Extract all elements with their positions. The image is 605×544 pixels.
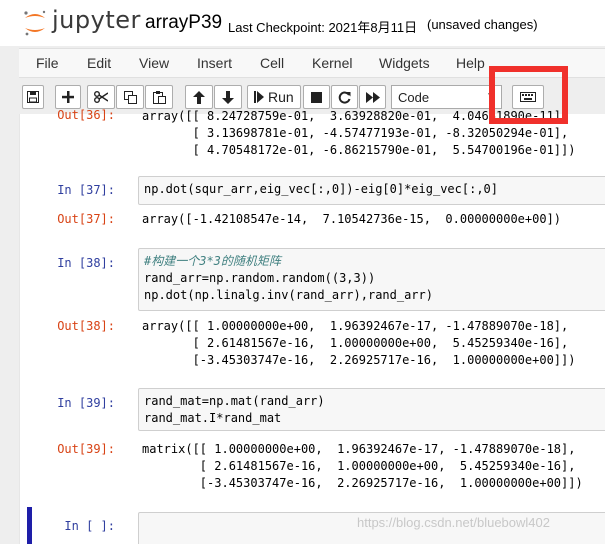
output-line: array([-1.42108547e-14, 7.10542736e-15, … bbox=[142, 212, 562, 226]
input-prompt: In [37]: bbox=[57, 183, 115, 197]
menu-widgets[interactable]: Widgets bbox=[379, 55, 430, 71]
paste-icon bbox=[152, 90, 166, 104]
move-down-button[interactable] bbox=[214, 85, 242, 109]
output-line: [ 4.70548172e-01, -6.86215790e-01, 5.547… bbox=[142, 143, 576, 157]
autosave-status: (unsaved changes) bbox=[427, 17, 538, 32]
restart-icon bbox=[338, 91, 351, 103]
cell-type-value: Code bbox=[398, 90, 430, 105]
notebook-name[interactable]: arrayP39 bbox=[145, 12, 222, 34]
restart-run-all-button[interactable] bbox=[359, 85, 386, 109]
highlight-box bbox=[489, 66, 568, 124]
notebook-header: jupyter arrayP39 Last Checkpoint: 2021年8… bbox=[0, 0, 605, 46]
output-prompt: Out[37]: bbox=[57, 212, 115, 226]
menu-insert[interactable]: Insert bbox=[197, 55, 232, 71]
menu-cell[interactable]: Cell bbox=[260, 55, 284, 71]
paste-button[interactable] bbox=[145, 85, 173, 109]
menu-kernel[interactable]: Kernel bbox=[312, 55, 352, 71]
output-line: [-3.45303747e-16, 2.26925717e-16, 1.0000… bbox=[142, 476, 583, 490]
stop-icon bbox=[311, 91, 322, 103]
code-line: rand_mat=np.mat(rand_arr) bbox=[144, 394, 325, 408]
code-line: np.dot(np.linalg.inv(rand_arr),rand_arr) bbox=[144, 288, 433, 302]
output-prompt: Out[36]: bbox=[57, 108, 115, 122]
output-line: [ 2.61481567e-16, 1.00000000e+00, 5.4525… bbox=[142, 459, 576, 473]
cell-output-37: array([-1.42108547e-14, 7.10542736e-15, … bbox=[138, 211, 605, 228]
save-icon bbox=[27, 91, 39, 103]
output-line: array([[ 1.00000000e+00, 1.96392467e-17,… bbox=[142, 319, 569, 333]
save-button[interactable] bbox=[22, 85, 44, 109]
notebook-container[interactable]: Out[36]: array([[ 8.24728759e-01, 3.6392… bbox=[19, 108, 605, 544]
jupyter-logo-icon bbox=[24, 10, 46, 36]
cell-output-39: matrix([[ 1.00000000e+00, 1.96392467e-17… bbox=[138, 441, 605, 492]
watermark: https://blog.csdn.net/bluebowl402 bbox=[357, 515, 550, 530]
cut-icon bbox=[94, 91, 108, 103]
code-input-37[interactable]: np.dot(squr_arr,eig_vec[:,0])-eig[0]*eig… bbox=[138, 176, 605, 205]
copy-icon bbox=[123, 90, 137, 104]
menu-edit[interactable]: Edit bbox=[87, 55, 111, 71]
fast-forward-icon bbox=[365, 91, 380, 103]
code-input-39[interactable]: rand_mat=np.mat(rand_arr) rand_mat.I*ran… bbox=[138, 388, 605, 431]
menu-file[interactable]: File bbox=[36, 55, 59, 71]
copy-button[interactable] bbox=[116, 85, 144, 109]
output-prompt: Out[38]: bbox=[57, 319, 115, 333]
code-comment: #构建一个3*3的随机矩阵 bbox=[144, 254, 281, 268]
output-line: [-3.45303747e-16, 2.26925717e-16, 1.0000… bbox=[142, 353, 576, 367]
plus-icon bbox=[62, 91, 74, 103]
input-prompt: In [39]: bbox=[57, 396, 115, 410]
arrow-up-icon bbox=[193, 90, 205, 104]
output-line: [ 3.13698781e-01, -4.57477193e-01, -8.32… bbox=[142, 126, 569, 140]
output-prompt: Out[39]: bbox=[57, 442, 115, 456]
play-icon bbox=[254, 91, 264, 103]
run-label: Run bbox=[268, 89, 294, 105]
menu-view[interactable]: View bbox=[139, 55, 169, 71]
run-button[interactable]: Run bbox=[247, 85, 301, 109]
move-up-button[interactable] bbox=[185, 85, 213, 109]
arrow-down-icon bbox=[222, 90, 234, 104]
cut-button[interactable] bbox=[87, 85, 115, 109]
input-prompt: In [ ]: bbox=[64, 519, 115, 533]
insert-cell-button[interactable] bbox=[55, 85, 81, 109]
code-line: np.dot(squr_arr,eig_vec[:,0])-eig[0]*eig… bbox=[144, 182, 499, 196]
menu-help[interactable]: Help bbox=[456, 55, 485, 71]
code-line: rand_mat.I*rand_mat bbox=[144, 411, 282, 425]
code-input-38[interactable]: #构建一个3*3的随机矩阵 rand_arr=np.random.random(… bbox=[138, 248, 605, 311]
cell-output-38: array([[ 1.00000000e+00, 1.96392467e-17,… bbox=[138, 318, 605, 369]
input-prompt: In [38]: bbox=[57, 256, 115, 270]
code-line: rand_arr=np.random.random((3,3)) bbox=[144, 271, 376, 285]
output-line: [ 2.61481567e-16, 1.00000000e+00, 5.4525… bbox=[142, 336, 569, 350]
cell-type-select[interactable]: Code ▼ bbox=[391, 85, 502, 109]
selected-cell-indicator bbox=[27, 507, 32, 544]
checkpoint-status: Last Checkpoint: 2021年8月11日 bbox=[228, 20, 418, 35]
jupyter-logo-text: jupyter bbox=[52, 6, 141, 34]
output-line: matrix([[ 1.00000000e+00, 1.96392467e-17… bbox=[142, 442, 576, 456]
interrupt-button[interactable] bbox=[303, 85, 330, 109]
restart-button[interactable] bbox=[331, 85, 358, 109]
